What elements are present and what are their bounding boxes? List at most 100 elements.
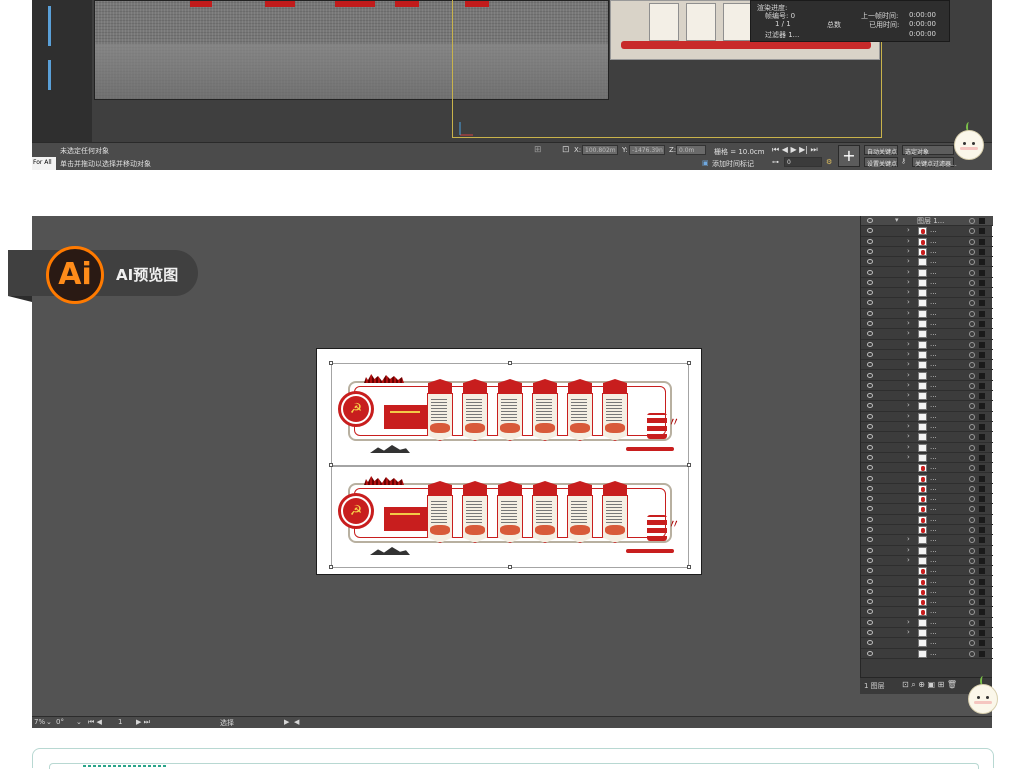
visibility-eye-icon[interactable] [867, 372, 873, 378]
visibility-eye-icon[interactable] [867, 506, 873, 512]
expand-arrow-icon[interactable]: › [907, 453, 910, 461]
expand-arrow-icon[interactable]: › [907, 298, 910, 306]
selection-square[interactable] [979, 547, 985, 554]
transform-handle[interactable] [329, 361, 333, 365]
visibility-eye-icon[interactable] [867, 341, 873, 347]
selection-square[interactable] [979, 609, 985, 616]
target-circle-icon[interactable] [969, 300, 975, 307]
target-circle-icon[interactable] [969, 640, 975, 647]
layer-row[interactable]: ›... [861, 556, 993, 567]
selection-square[interactable] [979, 434, 985, 441]
layer-row[interactable]: ... [861, 607, 993, 618]
visibility-eye-icon[interactable] [867, 269, 873, 275]
layer-name[interactable]: ... [930, 412, 937, 420]
transform-handle[interactable] [508, 565, 512, 569]
selection-square[interactable] [979, 465, 985, 472]
layer-name[interactable]: ... [930, 607, 937, 615]
layer-row[interactable]: ›... [861, 257, 993, 268]
layer-name[interactable]: ... [930, 484, 937, 492]
layer-name[interactable]: ... [930, 237, 937, 245]
expand-arrow-icon[interactable]: › [907, 422, 910, 430]
selection-square[interactable] [979, 454, 985, 461]
layer-name[interactable]: ... [930, 535, 937, 543]
selection-square[interactable] [979, 228, 985, 235]
expand-arrow-icon[interactable]: › [907, 381, 910, 389]
visibility-eye-icon[interactable] [867, 537, 873, 543]
selection-square[interactable] [979, 300, 985, 307]
selection-square[interactable] [979, 599, 985, 606]
layer-name[interactable]: ... [930, 340, 937, 348]
layer-name[interactable]: ... [930, 247, 937, 255]
layer-row[interactable]: ... [861, 566, 993, 577]
target-circle-icon[interactable] [969, 547, 975, 554]
layer-name[interactable]: ... [930, 298, 937, 306]
artboard-prev-icon[interactable]: ⏮ ◀ [88, 718, 102, 727]
target-circle-icon[interactable] [969, 393, 975, 400]
target-circle-icon[interactable] [969, 609, 975, 616]
selection-square[interactable] [979, 393, 985, 400]
layer-name[interactable]: ... [930, 288, 937, 296]
expand-arrow-icon[interactable]: › [907, 556, 910, 564]
expand-arrow-icon[interactable]: › [907, 618, 910, 626]
selection-square[interactable] [979, 403, 985, 410]
layer-row[interactable]: ... [861, 587, 993, 598]
target-circle-icon[interactable] [969, 568, 975, 575]
layer-row[interactable]: ›... [861, 546, 993, 556]
selection-square[interactable] [979, 485, 985, 492]
layer-row[interactable]: ›... [861, 309, 993, 319]
culture-wall-design-bottom[interactable]: ☭ 〃 [334, 473, 686, 561]
target-circle-icon[interactable] [969, 362, 975, 369]
target-circle-icon[interactable] [969, 331, 975, 338]
selection-square[interactable] [979, 444, 985, 451]
expand-arrow-icon[interactable]: › [907, 535, 910, 543]
layer-name[interactable]: ... [930, 638, 937, 646]
layer-row[interactable]: ›... [861, 371, 993, 381]
selection-square[interactable] [979, 557, 985, 564]
selection-square[interactable] [979, 279, 985, 286]
expand-arrow-icon[interactable]: › [907, 360, 910, 368]
transform-handle[interactable] [687, 361, 691, 365]
expand-arrow-icon[interactable]: › [907, 628, 910, 636]
selection-square[interactable] [979, 475, 985, 482]
layer-name[interactable]: ... [930, 453, 937, 461]
layer-row[interactable]: ›... [861, 288, 993, 299]
transform-handle[interactable] [329, 463, 333, 467]
target-circle-icon[interactable] [969, 506, 975, 513]
target-circle-icon[interactable] [969, 619, 975, 626]
target-circle-icon[interactable] [969, 496, 975, 503]
visibility-eye-icon[interactable] [867, 444, 873, 450]
selection-square[interactable] [979, 331, 985, 338]
layer-row[interactable]: ›... [861, 247, 993, 258]
target-circle-icon[interactable] [969, 527, 975, 533]
current-frame-field[interactable]: 0 [784, 157, 822, 167]
visibility-eye-icon[interactable] [867, 310, 873, 316]
layer-name[interactable]: ... [930, 546, 937, 554]
target-circle-icon[interactable] [969, 218, 975, 224]
target-circle-icon[interactable] [969, 341, 975, 348]
key-icon[interactable]: ⚷ [901, 157, 906, 165]
target-circle-icon[interactable] [969, 259, 975, 266]
layer-row[interactable]: ›... [861, 535, 993, 546]
selection-square[interactable] [979, 382, 985, 389]
expand-arrow-icon[interactable]: › [907, 247, 910, 255]
target-circle-icon[interactable] [969, 650, 975, 657]
selection-square[interactable] [979, 341, 985, 348]
layer-name[interactable]: ... [930, 226, 937, 234]
target-circle-icon[interactable] [969, 588, 975, 595]
visibility-eye-icon[interactable] [867, 424, 873, 429]
selection-square[interactable] [979, 496, 985, 503]
layer-name[interactable]: ... [930, 504, 937, 512]
layer-row[interactable]: ... [861, 463, 993, 474]
visibility-eye-icon[interactable] [867, 568, 873, 574]
selection-square[interactable] [979, 413, 985, 420]
layer-row[interactable]: ... [861, 638, 993, 649]
rotation-dropdown-icon[interactable]: ⌄ [76, 718, 82, 726]
layer-row[interactable]: ›... [861, 226, 993, 237]
selection-square[interactable] [979, 269, 985, 276]
layer-name[interactable]: ... [930, 329, 937, 337]
layer-row[interactable]: ... [861, 577, 993, 587]
layer-name[interactable]: ... [930, 556, 937, 564]
visibility-eye-icon[interactable] [867, 465, 873, 471]
visibility-eye-icon[interactable] [867, 619, 873, 625]
expand-arrow-icon[interactable]: › [907, 268, 910, 276]
